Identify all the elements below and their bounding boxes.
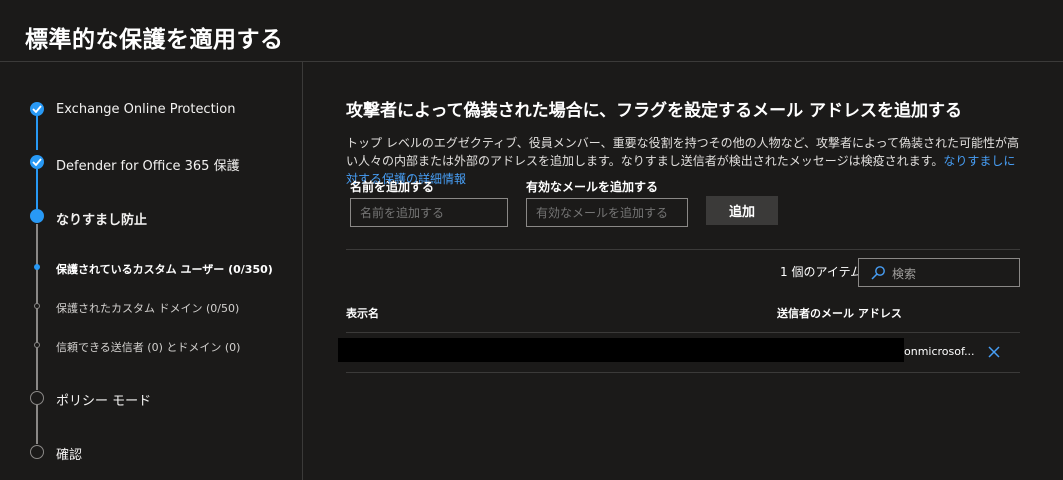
email-input[interactable] <box>526 198 688 227</box>
step-complete-check-icon <box>30 102 44 116</box>
name-field-label: 名前を追加する <box>350 180 435 194</box>
stepper-rail-completed <box>36 169 38 209</box>
sender-email-cell: onmicrosof... <box>904 345 975 358</box>
substep-trusted-senders[interactable]: 信頼できる送信者 (0) とドメイン (0) <box>56 339 240 355</box>
stepper-rail-pending <box>36 405 38 444</box>
sidebar-divider <box>302 62 303 480</box>
substep-current-indicator <box>34 264 40 270</box>
description-text: トップ レベルのエグゼクティブ、役員メンバー、重要な役割を持つその他の人物など、… <box>346 136 1020 168</box>
step-pending-indicator <box>30 445 44 459</box>
add-button[interactable]: 追加 <box>706 196 778 225</box>
step-impersonation-protection[interactable]: なりすまし防止 <box>56 209 147 228</box>
email-field-label: 有効なメールを追加する <box>526 180 659 194</box>
substep-protected-domains[interactable]: 保護されたカスタム ドメイン (0/50) <box>56 300 239 316</box>
section-heading: 攻撃者によって偽装された場合に、フラグを設定するメール アドレスを追加する <box>346 101 963 121</box>
search-box[interactable]: 検索 <box>858 258 1020 287</box>
section-divider <box>346 249 1020 250</box>
step-policy-mode[interactable]: ポリシー モード <box>56 390 151 409</box>
wizard-stepper: Exchange Online Protection Defender for … <box>0 62 302 480</box>
substep-indicator <box>34 303 40 309</box>
search-placeholder: 検索 <box>892 267 917 281</box>
column-header-display-name[interactable]: 表示名 <box>346 305 379 321</box>
close-icon[interactable] <box>986 344 1002 360</box>
step-pending-indicator <box>30 391 44 405</box>
step-defender-protection[interactable]: Defender for Office 365 保護 <box>56 155 240 174</box>
stepper-rail-completed <box>36 115 38 150</box>
substep-protected-users[interactable]: 保護されているカスタム ユーザー (0/350) <box>56 261 273 277</box>
step-complete-check-icon <box>30 155 44 169</box>
column-header-sender-email[interactable]: 送信者のメール アドレス <box>777 305 902 321</box>
page-title: 標準的な保護を適用する <box>25 27 284 53</box>
table-row-divider <box>346 372 1020 373</box>
step-current-indicator <box>30 209 44 223</box>
name-input[interactable] <box>350 198 508 227</box>
table-header-divider <box>346 332 1020 333</box>
substep-indicator <box>34 342 40 348</box>
step-review[interactable]: 確認 <box>56 444 82 463</box>
section-description: トップ レベルのエグゼクティブ、役員メンバー、重要な役割を持つその他の人物など、… <box>346 134 1026 188</box>
step-exchange-online-protection[interactable]: Exchange Online Protection <box>56 102 236 117</box>
search-icon <box>871 266 885 280</box>
item-count: 1 個のアイテム <box>780 265 863 279</box>
redacted-display-name <box>338 338 904 362</box>
